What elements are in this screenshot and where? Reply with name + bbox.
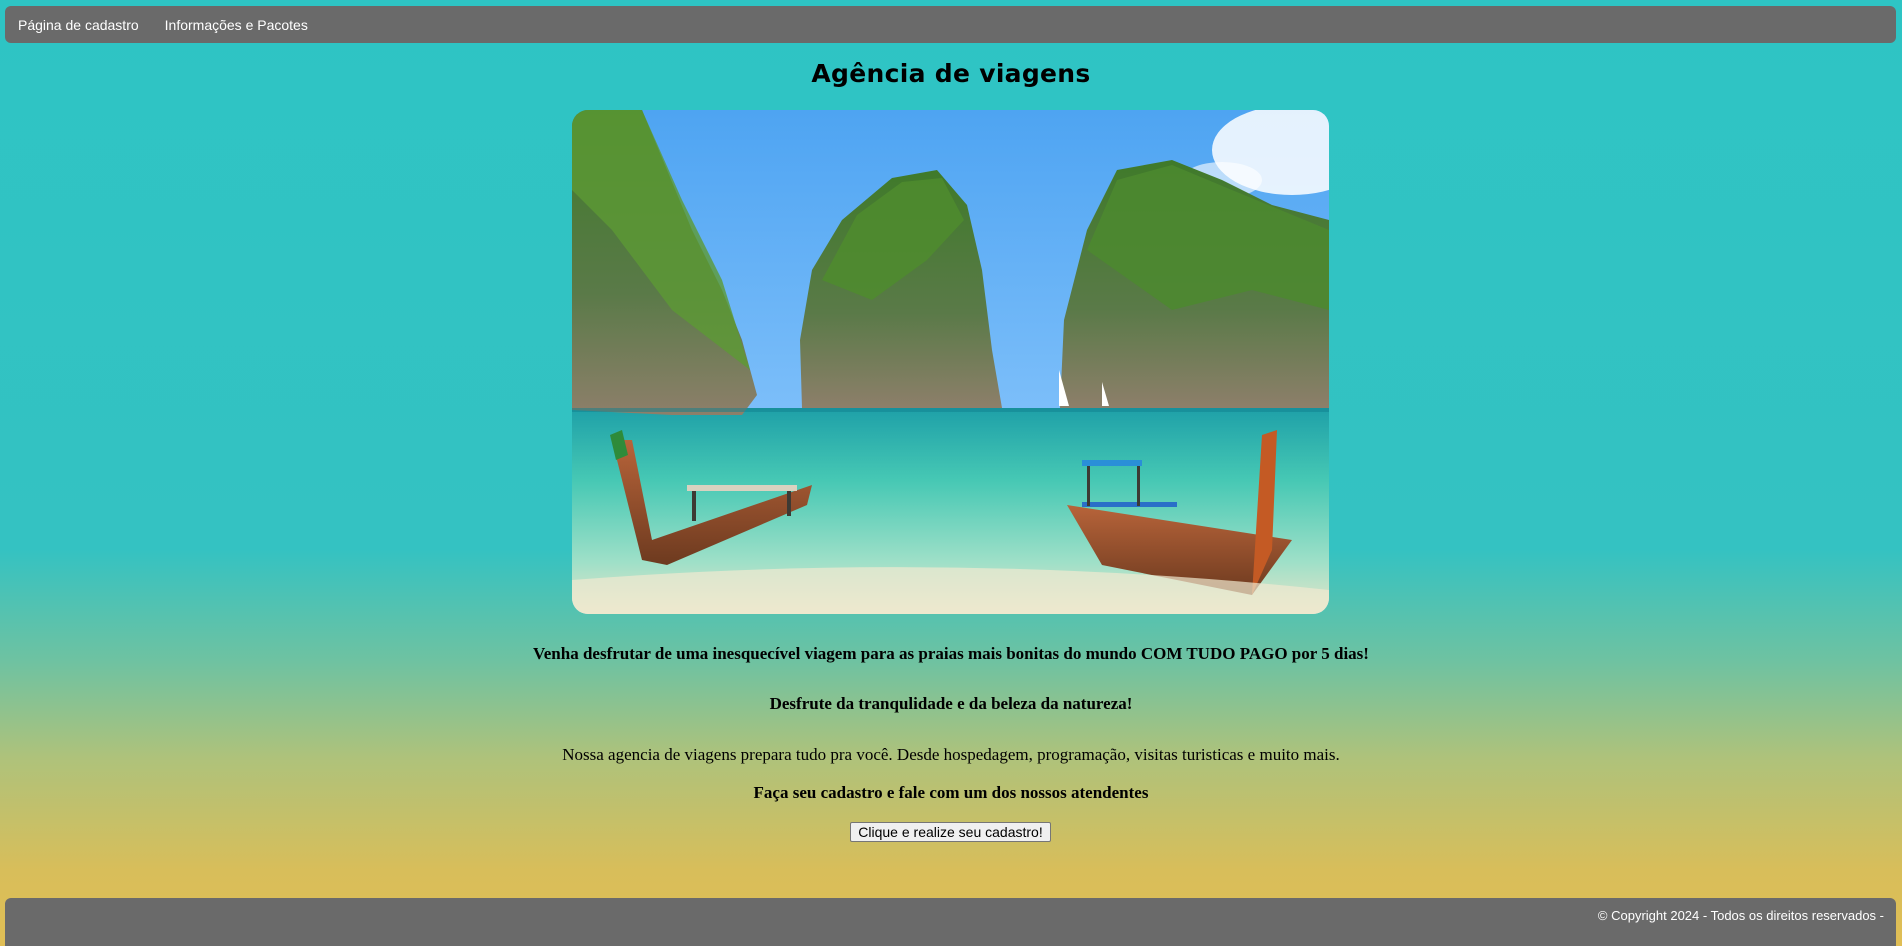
- description-text: Nossa agencia de viagens prepara tudo pr…: [562, 745, 1340, 764]
- hero-image: [572, 110, 1329, 614]
- register-button[interactable]: Clique e realize seu cadastro!: [850, 822, 1051, 842]
- subheadline: Desfrute da tranqulidade e da beleza da …: [769, 694, 1133, 713]
- nav-link-informacoes-pacotes[interactable]: Informações e Pacotes: [152, 17, 321, 33]
- footer: © Copyright 2024 - Todos os direitos res…: [5, 898, 1896, 946]
- headline-promo: Venha desfrutar de uma inesquecível viag…: [533, 644, 1369, 663]
- page-title: Agência de viagens: [811, 59, 1091, 88]
- call-to-action-text: Faça seu cadastro e fale com um dos noss…: [753, 783, 1149, 802]
- nav-link-cadastro[interactable]: Página de cadastro: [5, 17, 152, 33]
- top-navbar: Página de cadastro Informações e Pacotes: [5, 6, 1896, 43]
- copyright-text: © Copyright 2024 - Todos os direitos res…: [1597, 908, 1884, 923]
